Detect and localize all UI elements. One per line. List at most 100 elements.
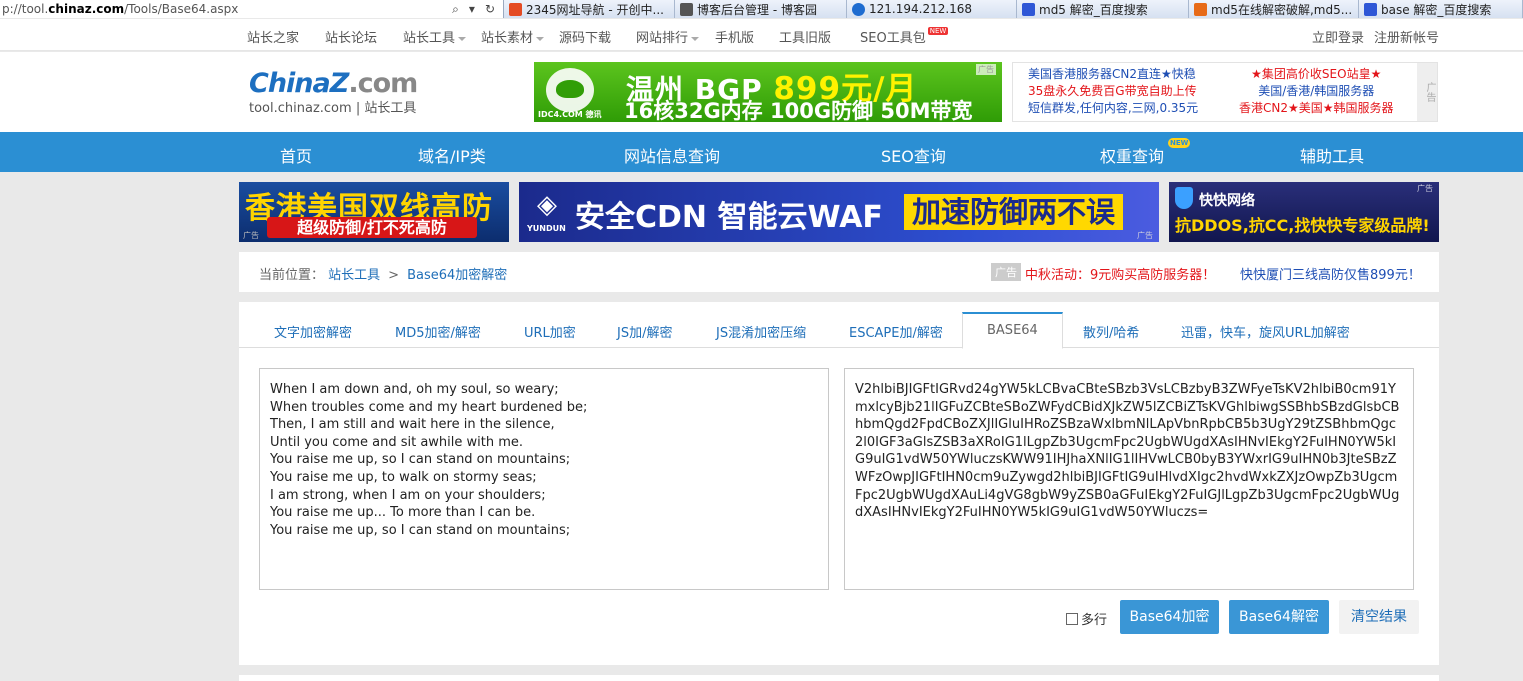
main-nav: 首页 域名/IP类 网站信息查询 SEO查询 权重查询 NEW 辅助工具 xyxy=(0,132,1523,172)
topnav-dropdown[interactable]: 网站排行 xyxy=(636,27,700,46)
site-favicon-icon xyxy=(680,2,693,16)
ad-brand: IDC4.COM 德讯 xyxy=(538,110,602,119)
tab-escape[interactable]: ESCAPE加/解密 xyxy=(849,322,943,341)
banner-brand: YUNDUN xyxy=(527,224,566,233)
new-badge: NEW xyxy=(1168,138,1191,148)
search-icon[interactable]: ⌕ xyxy=(452,2,459,17)
site-favicon-icon xyxy=(509,2,522,16)
refresh-icon[interactable]: ↻ xyxy=(485,2,495,17)
topnav-item[interactable]: 源码下载 xyxy=(559,27,611,46)
tab-js[interactable]: JS加/解密 xyxy=(617,322,672,341)
bgp-server-ad[interactable]: IDC4.COM 德讯 温州 BGP 899元/月 16核32G内存 100G防… xyxy=(534,62,1002,122)
topnav-item-seo-pack[interactable]: SEO工具包 NEW xyxy=(860,27,949,46)
browser-tab-5[interactable]: md5在线解密破解,md5... xyxy=(1189,0,1359,18)
tab-url[interactable]: URL加密 xyxy=(524,322,576,341)
promo-link-midautumn[interactable]: 中秋活动：9元购买高防服务器！ xyxy=(1025,264,1215,283)
caret-down-icon xyxy=(691,36,700,41)
site-header: ChinaZ.com tool.chinaz.com | 站长工具 IDC4.C… xyxy=(0,52,1523,132)
breadcrumb: 当前位置： 站长工具 > Base64加密解密 广告 中秋活动：9元购买高防服务器！… xyxy=(239,252,1439,292)
ad-tag: 广告 xyxy=(991,263,1021,281)
caret-down-icon xyxy=(536,36,545,41)
yundun-logo-icon: ◈ xyxy=(537,190,557,220)
mainnav-item-seo[interactable]: SEO查询 xyxy=(881,143,946,167)
tool-tabs: 文字加密解密 MD5加密/解密 URL加密 JS加/解密 JS混淆加密压缩 ES… xyxy=(239,312,1439,349)
ad-side-tag: 广告 xyxy=(1417,63,1437,121)
multiline-checkbox[interactable] xyxy=(1066,612,1078,625)
new-badge: NEW xyxy=(927,27,949,35)
tab-base64[interactable]: BASE64 xyxy=(962,312,1063,349)
ad-tag: 广告 xyxy=(976,64,996,75)
base64-encode-button[interactable]: Base64加密 xyxy=(1120,600,1219,634)
text-ad-link[interactable]: 美国香港服务器CN2直连★快稳 xyxy=(1028,66,1198,83)
banner-headline: 安全CDN 智能云WAF xyxy=(575,200,883,235)
tab-hash[interactable]: 散列/哈希 xyxy=(1083,322,1139,341)
browser-tab-4[interactable]: md5 解密_百度搜索 xyxy=(1017,0,1189,18)
chinaz-logo[interactable]: ChinaZ.com tool.chinaz.com | 站长工具 xyxy=(249,68,418,116)
browser-tab-2[interactable]: 博客后台管理 - 博客园 xyxy=(675,0,847,18)
text-link-ads: 美国香港服务器CN2直连★快稳 35盘永久免费百G带宽自助上传 短信群发,任何内… xyxy=(1012,62,1438,122)
baidu-paw-icon xyxy=(1364,2,1377,16)
yundun-cdn-banner[interactable]: ◈ YUNDUN 安全CDN 智能云WAF 加速防御两不误 广告 xyxy=(519,182,1159,242)
multiline-label: 多行 xyxy=(1081,613,1108,628)
baidu-paw-icon xyxy=(1022,2,1035,16)
address-bar[interactable]: p://tool. chinaz.com/Tools/Base64.aspx ⌕ … xyxy=(0,0,504,18)
banner-headline: 抗DDOS,抗CC,找快快专家级品牌! xyxy=(1175,216,1430,235)
mainnav-item-site-info[interactable]: 网站信息查询 xyxy=(624,143,720,167)
site-favicon-icon xyxy=(1194,2,1207,16)
multiline-option[interactable]: 多行 xyxy=(1066,609,1107,628)
topnav-item[interactable]: 工具旧版 xyxy=(779,27,831,46)
topnav-item[interactable]: 站长论坛 xyxy=(325,27,377,46)
topnav-item[interactable]: 站长之家 xyxy=(247,27,299,46)
banner-brand: 快快网络 xyxy=(1199,193,1255,209)
chevron-down-icon[interactable]: ▾ xyxy=(469,2,475,17)
clear-result-button[interactable]: 清空结果 xyxy=(1339,600,1419,634)
base64-decode-button[interactable]: Base64解密 xyxy=(1229,600,1329,634)
register-link[interactable]: 注册新帐号 xyxy=(1374,27,1439,46)
mainnav-item-tools[interactable]: 辅助工具 xyxy=(1300,143,1364,167)
tab-js-obfuscate[interactable]: JS混淆加密压缩 xyxy=(716,322,806,341)
text-ad-column-1: 美国香港服务器CN2直连★快稳 35盘永久免费百G带宽自助上传 短信群发,任何内… xyxy=(1028,66,1198,117)
browser-tab-6[interactable]: base 解密_百度搜索 xyxy=(1359,0,1523,18)
text-ad-link[interactable]: 35盘永久免费百G带宽自助上传 xyxy=(1028,83,1198,100)
hk-us-defense-banner[interactable]: 香港美国双线高防 超级防御/打不死高防 广告 xyxy=(239,182,509,242)
logo-wordmark: ChinaZ.com xyxy=(249,68,418,99)
text-ad-link[interactable]: ★集团高价收SEO站皇★ xyxy=(1239,66,1394,83)
url-path: /Tools/Base64.aspx xyxy=(124,2,239,16)
login-link[interactable]: 立即登录 xyxy=(1312,27,1364,46)
browser-bar: p://tool. chinaz.com/Tools/Base64.aspx ⌕ … xyxy=(0,0,1523,18)
url-prefix: p://tool. xyxy=(2,2,49,16)
browser-tab-3[interactable]: 121.194.212.168 xyxy=(847,0,1017,18)
ad-specs: 16核32G内存 100G防御 50M带宽 xyxy=(624,99,973,122)
breadcrumb-current-link[interactable]: Base64加密解密 xyxy=(407,268,507,283)
idc-logo-icon xyxy=(546,68,594,112)
topnav-dropdown[interactable]: 站长素材 xyxy=(481,27,545,46)
site-favicon-icon xyxy=(852,2,865,16)
kuaikuai-ddos-banner[interactable]: 快快网络 抗DDOS,抗CC,找快快专家级品牌! 广告 xyxy=(1169,182,1439,242)
plaintext-input[interactable]: When I am down and, oh my soul, so weary… xyxy=(259,368,829,590)
ad-tag: 广告 xyxy=(1417,184,1433,193)
breadcrumb-root-link[interactable]: 站长工具 xyxy=(328,268,380,283)
promo-link-kuaikuai[interactable]: 快快厦门三线高防仅售899元！ xyxy=(1240,264,1421,283)
ad-tag: 广告 xyxy=(1137,231,1153,240)
tab-text-encrypt[interactable]: 文字加密解密 xyxy=(274,322,352,341)
mainnav-item-home[interactable]: 首页 xyxy=(280,143,312,167)
mainnav-item-domain-ip[interactable]: 域名/IP类 xyxy=(418,143,486,167)
caret-down-icon xyxy=(458,36,467,41)
topnav-item[interactable]: 手机版 xyxy=(715,27,754,46)
banner-highlight: 加速防御两不误 xyxy=(904,194,1124,230)
text-ad-link[interactable]: 短信群发,任何内容,三网,0.35元 xyxy=(1028,100,1198,117)
logo-subtitle: tool.chinaz.com | 站长工具 xyxy=(249,101,417,116)
ad-tag: 广告 xyxy=(243,231,259,240)
tab-md5[interactable]: MD5加密/解密 xyxy=(395,322,481,341)
banner-subline: 超级防御/打不死高防 xyxy=(267,217,477,238)
text-ad-link[interactable]: 香港CN2★美国★韩国服务器 xyxy=(1239,100,1394,117)
base64-tool-panel: 文字加密解密 MD5加密/解密 URL加密 JS加/解密 JS混淆加密压缩 ES… xyxy=(239,302,1439,665)
tab-thunder-url[interactable]: 迅雷，快车，旋风URL加解密 xyxy=(1181,322,1350,341)
text-ad-link[interactable]: 美国/香港/韩国服务器 xyxy=(1239,83,1394,100)
shield-icon xyxy=(1175,187,1193,209)
topnav-dropdown[interactable]: 站长工具 xyxy=(403,27,467,46)
mainnav-item-weight[interactable]: 权重查询 NEW xyxy=(1100,138,1191,167)
next-section-edge xyxy=(239,675,1439,681)
base64-output[interactable]: V2hlbiBJIGFtIGRvd24gYW5kLCBvaCBteSBzb3Vs… xyxy=(844,368,1414,590)
browser-tab-1[interactable]: 2345网址导航 - 开创中... xyxy=(504,0,675,18)
